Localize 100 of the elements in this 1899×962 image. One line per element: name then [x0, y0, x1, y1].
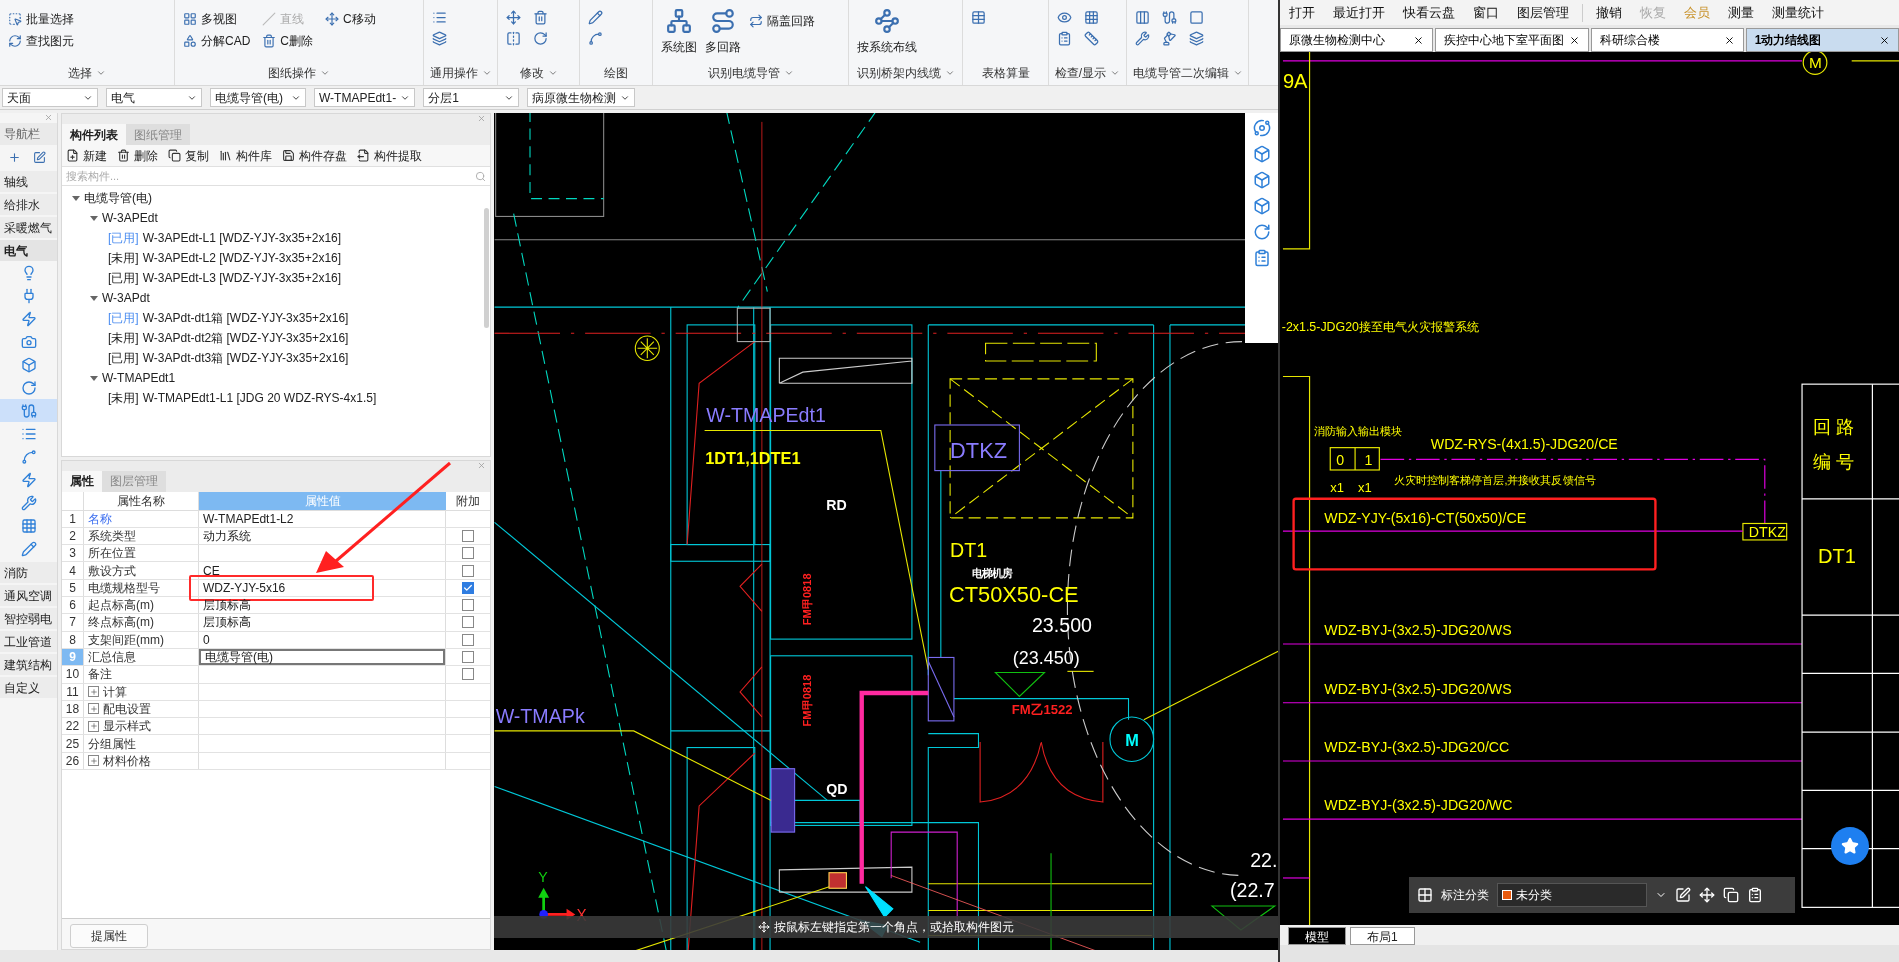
copy-icon[interactable] [1723, 887, 1739, 903]
tool-button[interactable]: 隔盖回路 [749, 10, 815, 31]
move-icon[interactable] [506, 10, 521, 25]
eye-icon[interactable] [1057, 10, 1072, 25]
menu-item[interactable]: 窗口 [1464, 2, 1508, 23]
checkbox[interactable] [462, 599, 474, 612]
property-value[interactable]: 0 [199, 631, 445, 648]
close-icon[interactable] [1723, 34, 1735, 46]
tool-button[interactable]: 按系统布线 [857, 8, 917, 56]
property-value[interactable]: 层顶标高 [199, 597, 445, 614]
tree-item[interactable]: [未用] W-TMAPEdt1-L1 [JDG 20 WDZ-RYS-4x1.5] [62, 388, 482, 408]
toolbar-button[interactable]: 复制 [168, 146, 209, 165]
expand-toggle[interactable] [90, 295, 98, 301]
category-item[interactable]: 轴线 [0, 171, 57, 192]
grid-icon[interactable] [1084, 10, 1099, 25]
tool-item[interactable] [0, 399, 57, 422]
fixture-icon[interactable] [1162, 31, 1177, 46]
menu-item[interactable]: 撤销 [1587, 2, 1631, 23]
category-item[interactable]: 自定义 [0, 677, 57, 698]
clipboard-icon[interactable] [1747, 887, 1763, 903]
tool-button[interactable]: C删除 [262, 32, 313, 50]
checkbox[interactable] [462, 616, 474, 629]
dropdown[interactable]: 天面 [2, 88, 98, 107]
move-icon[interactable] [1699, 887, 1715, 903]
menu-item[interactable]: 最近打开 [1324, 2, 1394, 23]
checkbox[interactable] [462, 668, 474, 681]
dropdown[interactable]: 病原微生物检测 [527, 88, 636, 107]
tool-button[interactable]: 多回路 [705, 8, 741, 56]
document-tab[interactable]: 原微生物检测中心 [1280, 28, 1434, 52]
panel-tab[interactable]: 构件列表 [62, 124, 126, 145]
menu-item[interactable]: 图层管理 [1508, 2, 1578, 23]
caret-icon[interactable] [96, 68, 106, 78]
tree-node[interactable]: 电缆导管(电) [84, 189, 152, 207]
tool-button[interactable]: 批量选择 [8, 10, 74, 28]
expand-toggle[interactable] [90, 215, 98, 221]
mirror-icon[interactable] [506, 31, 521, 46]
menu-item[interactable]: 测量统计 [1763, 2, 1833, 23]
caret-icon[interactable] [783, 68, 794, 78]
table-icon[interactable] [971, 10, 986, 25]
tree-item[interactable]: [未用] W-3APEdt-L2 [WDZ-YJY-3x35+2x16] [62, 248, 482, 268]
dropdown[interactable]: 电缆导管(电) [210, 88, 306, 107]
category-item[interactable]: 采暖燃气 [0, 217, 57, 238]
property-value[interactable]: WDZ-YJY-5x16 [199, 579, 445, 597]
menu-item[interactable]: 快看云盘 [1394, 2, 1464, 23]
caret-icon[interactable] [1232, 68, 1243, 78]
close-icon[interactable] [1568, 34, 1580, 46]
trash-icon[interactable] [533, 10, 548, 25]
favorite-button[interactable] [1831, 827, 1869, 865]
toolbar-button[interactable]: 删除 [117, 146, 158, 165]
checkbox[interactable] [462, 651, 474, 664]
property-value[interactable]: 动力系统 [199, 527, 445, 545]
tool-button[interactable]: 系统图 [661, 8, 697, 56]
expand-toggle[interactable] [88, 720, 99, 732]
category-item[interactable]: 建筑结构 [0, 654, 57, 675]
category-item[interactable]: 智控弱电 [0, 608, 57, 629]
tree-node[interactable]: W-3APdt [102, 289, 150, 307]
caret-icon[interactable] [547, 68, 558, 78]
expand-toggle[interactable] [88, 686, 99, 698]
edit-icon[interactable] [33, 150, 46, 164]
tree-node[interactable]: W-3APEdt [102, 209, 158, 227]
toolbar-button[interactable]: 构件存盘 [282, 146, 347, 165]
ruler-icon[interactable] [1084, 31, 1099, 46]
property-value[interactable]: CE [199, 562, 445, 579]
dropdown[interactable]: W-TMAPEdt1- [314, 88, 416, 107]
layers-icon[interactable] [432, 31, 447, 46]
caret-icon[interactable] [481, 68, 492, 78]
tree-item[interactable]: [已用] W-3APdt-dt1箱 [WDZ-YJY-3x35+2x16] [62, 308, 482, 328]
property-value[interactable]: 层顶标高 [199, 614, 445, 631]
close-icon[interactable] [1413, 34, 1425, 46]
expand-toggle[interactable] [88, 703, 99, 715]
property-value[interactable]: W-TMAPEdt1-L2 [199, 510, 445, 527]
tool-button[interactable]: 多视图 [183, 10, 251, 28]
pencil-icon[interactable] [588, 10, 603, 25]
category-item[interactable]: 给排水 [0, 194, 57, 215]
list-icon[interactable] [1057, 31, 1072, 46]
menu-item[interactable]: 测量 [1719, 2, 1763, 23]
curve-icon[interactable] [588, 31, 603, 46]
document-tab[interactable]: 1动力结线图 [1745, 28, 1899, 52]
close-icon[interactable] [1879, 34, 1890, 46]
category-item[interactable]: 电气 [0, 240, 57, 261]
rotate-icon[interactable] [533, 31, 548, 46]
cube-icon[interactable] [1252, 197, 1271, 215]
layout-tab[interactable]: 模型 [1288, 927, 1346, 945]
dropdown[interactable]: 分层1 [423, 88, 520, 107]
tool-button[interactable]: 查找图元 [8, 32, 74, 50]
wrench-icon[interactable] [1135, 31, 1150, 46]
expand-toggle[interactable] [72, 195, 80, 201]
tree-item[interactable]: [已用] W-3APEdt-L3 [WDZ-YJY-3x35+2x16] [62, 268, 482, 288]
tool-button[interactable]: 分解CAD [183, 32, 251, 50]
cube-icon[interactable] [1252, 145, 1271, 163]
caret-icon[interactable] [320, 68, 330, 78]
caret-icon[interactable] [1110, 68, 1121, 78]
layout-tab[interactable]: 布局1 [1350, 927, 1415, 945]
panel-tab[interactable]: 属性 [62, 470, 102, 492]
list-icon[interactable] [1252, 249, 1271, 267]
tree-node[interactable]: W-TMAPEdt1 [102, 369, 176, 387]
scrollbar[interactable] [483, 208, 489, 328]
document-tab[interactable]: 疾控中心地下室平面图 [1435, 28, 1589, 52]
plus-icon[interactable] [8, 150, 21, 164]
toolbar-button[interactable]: 构件提取 [357, 146, 422, 165]
